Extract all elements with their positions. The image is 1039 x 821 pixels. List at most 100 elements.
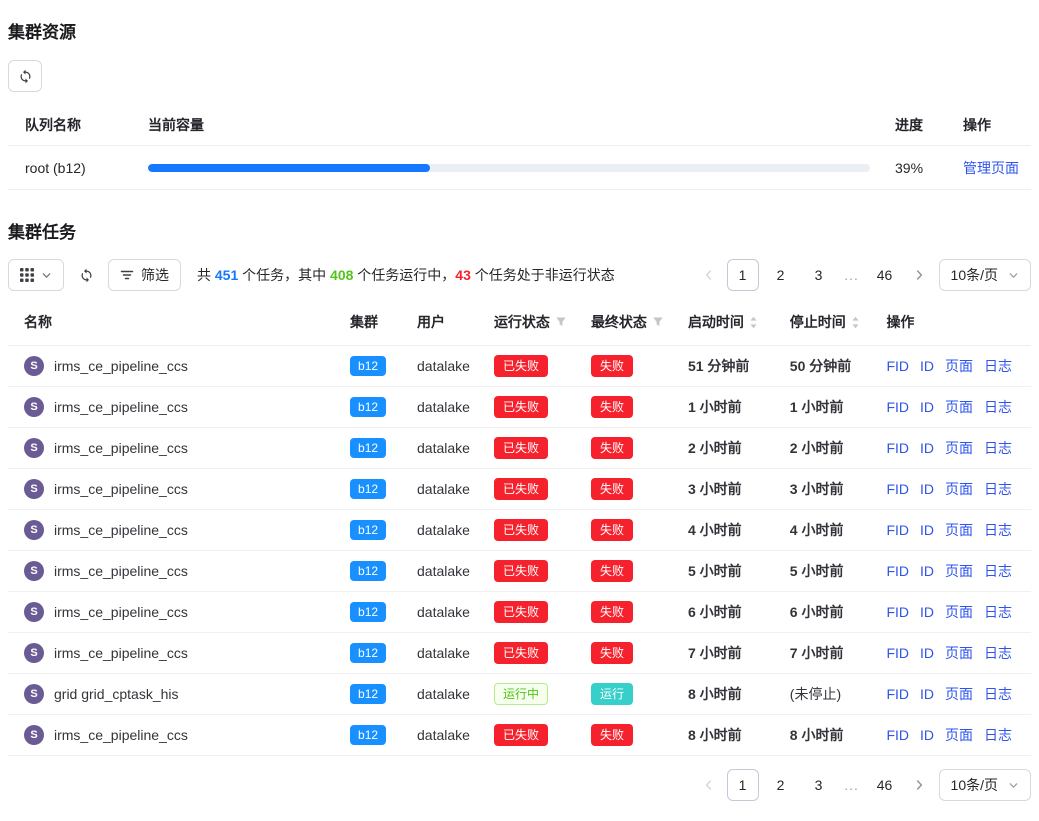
- action-link-id[interactable]: ID: [920, 522, 934, 538]
- column-label: 最终状态: [591, 312, 647, 332]
- column-header-6[interactable]: 启动时间: [672, 299, 774, 346]
- action-link-log[interactable]: 日志: [984, 522, 1012, 538]
- action-link-page[interactable]: 页面: [945, 522, 973, 538]
- action-link-id[interactable]: ID: [920, 399, 934, 415]
- resources-table: 队列名称 当前容量 进度 操作 root (b12) 39% 管理页面: [8, 104, 1031, 190]
- action-link-fid[interactable]: FID: [886, 727, 909, 743]
- column-header-4[interactable]: 运行状态: [478, 299, 575, 346]
- pagination-ellipsis[interactable]: ...: [841, 777, 863, 793]
- column-label: 操作: [886, 312, 914, 332]
- spark-avatar: S: [24, 602, 44, 622]
- action-link-id[interactable]: ID: [920, 645, 934, 661]
- summary-text: 个任务运行中，: [353, 267, 455, 283]
- pagination-page-3[interactable]: 3: [803, 259, 835, 291]
- start-time: 8 小时前: [672, 715, 774, 756]
- column-header-capacity: 当前容量: [148, 115, 895, 135]
- task-name: irms_ce_pipeline_ccs: [54, 645, 188, 661]
- action-link-log[interactable]: 日志: [984, 358, 1012, 374]
- action-link-page[interactable]: 页面: [945, 563, 973, 579]
- action-link-id[interactable]: ID: [920, 604, 934, 620]
- action-link-fid[interactable]: FID: [886, 358, 909, 374]
- summary-text: 共: [197, 267, 215, 283]
- pagination-next[interactable]: [907, 769, 931, 801]
- pagination-page-1[interactable]: 1: [727, 259, 759, 291]
- density-dropdown-button[interactable]: [8, 259, 64, 291]
- action-link-id[interactable]: ID: [920, 727, 934, 743]
- chevron-right-icon: [913, 779, 925, 791]
- action-link-page[interactable]: 页面: [945, 481, 973, 497]
- action-link-log[interactable]: 日志: [984, 399, 1012, 415]
- action-link-fid[interactable]: FID: [886, 645, 909, 661]
- task-row: Sirms_ce_pipeline_ccsb12datalake已失败失败1 小…: [8, 387, 1031, 428]
- refresh-icon: [18, 69, 33, 84]
- action-link-id[interactable]: ID: [920, 358, 934, 374]
- resources-header-row: 队列名称 当前容量 进度 操作: [8, 104, 1031, 146]
- action-link-log[interactable]: 日志: [984, 481, 1012, 497]
- action-link-log[interactable]: 日志: [984, 686, 1012, 702]
- action-link-fid[interactable]: FID: [886, 440, 909, 456]
- action-link-fid[interactable]: FID: [886, 399, 909, 415]
- cluster-badge: b12: [350, 356, 386, 376]
- action-link-log[interactable]: 日志: [984, 645, 1012, 661]
- page-size-select-top[interactable]: 10条/页: [939, 259, 1031, 291]
- pagination-page-46[interactable]: 46: [869, 259, 901, 291]
- pagination-page-1[interactable]: 1: [727, 769, 759, 801]
- action-link-page[interactable]: 页面: [945, 686, 973, 702]
- resources-refresh-button[interactable]: [8, 60, 42, 92]
- summary-count-blue: 451: [215, 267, 238, 283]
- action-link-id[interactable]: ID: [920, 440, 934, 456]
- action-link-page[interactable]: 页面: [945, 358, 973, 374]
- action-link-id[interactable]: ID: [920, 686, 934, 702]
- filter-funnel-icon[interactable]: [555, 316, 567, 328]
- action-link-page[interactable]: 页面: [945, 645, 973, 661]
- action-link-page[interactable]: 页面: [945, 727, 973, 743]
- task-row: Sirms_ce_pipeline_ccsb12datalake已失败失败51 …: [8, 346, 1031, 387]
- column-header-7[interactable]: 停止时间: [774, 299, 871, 346]
- pagination-page-3[interactable]: 3: [803, 769, 835, 801]
- task-user: datalake: [417, 522, 470, 538]
- action-link-id[interactable]: ID: [920, 481, 934, 497]
- action-link-page[interactable]: 页面: [945, 399, 973, 415]
- task-row: Sirms_ce_pipeline_ccsb12datalake已失败失败4 小…: [8, 510, 1031, 551]
- filter-button[interactable]: 筛选: [108, 259, 181, 291]
- sort-icon[interactable]: [851, 316, 860, 329]
- column-header-progress: 进度: [895, 115, 941, 135]
- pagination-page-2[interactable]: 2: [765, 769, 797, 801]
- column-label: 启动时间: [688, 312, 744, 332]
- sort-icon[interactable]: [749, 316, 758, 329]
- column-label: 运行状态: [494, 312, 550, 332]
- action-link-fid[interactable]: FID: [886, 522, 909, 538]
- action-link-page[interactable]: 页面: [945, 604, 973, 620]
- task-name: irms_ce_pipeline_ccs: [54, 481, 188, 497]
- action-link-fid[interactable]: FID: [886, 563, 909, 579]
- action-link-log[interactable]: 日志: [984, 563, 1012, 579]
- tasks-title: 集群任务: [8, 218, 1031, 243]
- manage-page-link[interactable]: 管理页面: [963, 160, 1019, 176]
- page-size-select-bottom[interactable]: 10条/页: [939, 769, 1031, 801]
- pagination-next[interactable]: [907, 259, 931, 291]
- task-user: datalake: [417, 563, 470, 579]
- task-user: datalake: [417, 358, 470, 374]
- action-link-id[interactable]: ID: [920, 563, 934, 579]
- final-status-badge: 失败: [591, 560, 633, 582]
- action-link-page[interactable]: 页面: [945, 440, 973, 456]
- stop-time: 50 分钟前: [774, 346, 871, 387]
- action-link-fid[interactable]: FID: [886, 604, 909, 620]
- action-link-fid[interactable]: FID: [886, 686, 909, 702]
- spark-avatar: S: [24, 479, 44, 499]
- pagination-page-46[interactable]: 46: [869, 769, 901, 801]
- action-link-log[interactable]: 日志: [984, 727, 1012, 743]
- column-label: 用户: [417, 312, 445, 332]
- final-status-badge: 失败: [591, 437, 633, 459]
- action-link-log[interactable]: 日志: [984, 440, 1012, 456]
- bottom-pagination-bar: 123... 46 10条/页: [8, 769, 1031, 801]
- column-header-5[interactable]: 最终状态: [575, 299, 672, 346]
- tasks-refresh-button[interactable]: [72, 259, 100, 291]
- stop-time: 8 小时前: [774, 715, 871, 756]
- action-link-log[interactable]: 日志: [984, 604, 1012, 620]
- pagination-ellipsis[interactable]: ...: [841, 267, 863, 283]
- action-link-fid[interactable]: FID: [886, 481, 909, 497]
- filter-funnel-icon[interactable]: [652, 316, 664, 328]
- pagination-page-2[interactable]: 2: [765, 259, 797, 291]
- column-header-action: 操作: [941, 115, 1031, 135]
